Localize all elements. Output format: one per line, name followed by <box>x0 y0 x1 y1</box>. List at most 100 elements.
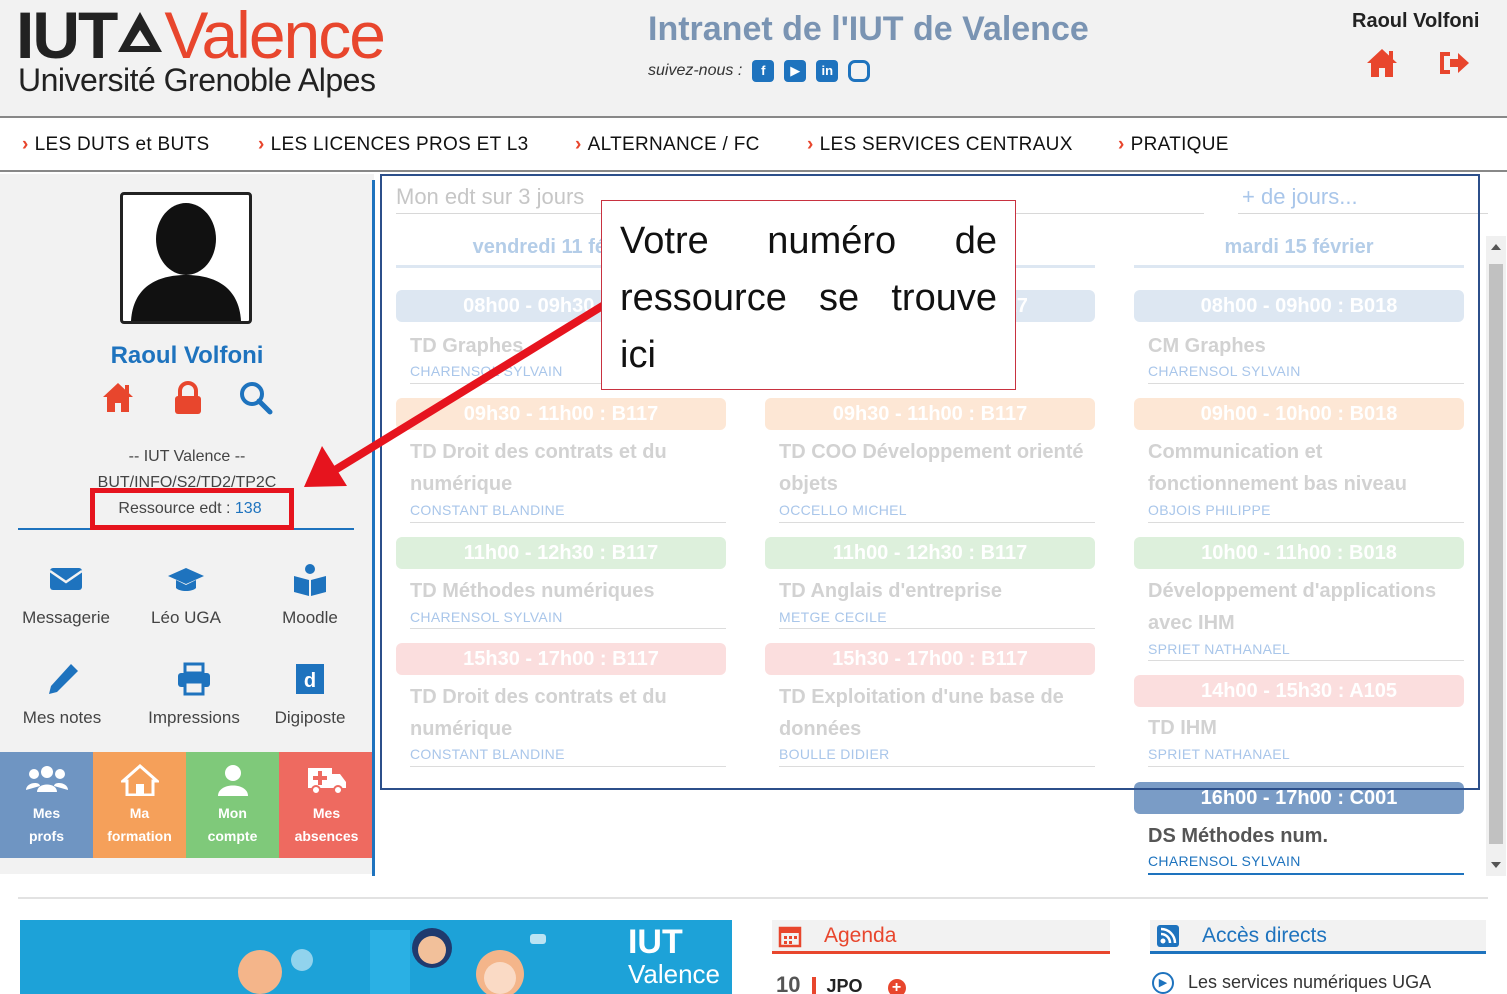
chevron-right-icon: › <box>258 134 265 155</box>
user-icon <box>217 765 248 796</box>
tile-line2: formation <box>107 828 172 844</box>
banner-illustration <box>238 928 546 994</box>
site-title: Intranet de l'IUT de Valence <box>648 10 1089 48</box>
envelope-icon <box>49 568 83 590</box>
banner-logo: IUT Valence <box>627 923 720 990</box>
plus-circle-icon[interactable]: + <box>887 979 906 994</box>
iut-label: -- IUT Valence -- <box>128 448 246 465</box>
annotation-callout: Votre numéro de ressource se trouve ici <box>601 200 1016 390</box>
nav-item-alternance[interactable]: › ALTERNANCE / FC <box>575 134 760 156</box>
ambulance-icon <box>307 768 346 795</box>
acces-directs-title: Accès directs <box>1202 924 1327 947</box>
home-icon[interactable] <box>1364 46 1400 80</box>
event-teacher: CHARENSOL SYLVAIN <box>1148 853 1301 869</box>
quick-tiles: Mes profs Ma formation Mon compte Mes ab… <box>0 752 374 858</box>
sidebar-user-name[interactable]: Raoul Volfoni <box>0 342 374 370</box>
ressource-highlight-box <box>90 488 294 530</box>
acces-directs-header[interactable]: Accès directs <box>1150 920 1486 954</box>
nav-item-licences[interactable]: › LES LICENCES PROS ET L3 <box>258 134 529 156</box>
social-links: suivez-nous : f ▶ in <box>648 60 871 82</box>
main-nav: › LES DUTS et BUTS › LES LICENCES PROS ET … <box>0 120 1507 172</box>
scroll-thumb[interactable] <box>1489 264 1503 844</box>
agenda-marker <box>811 977 816 994</box>
app-impressions[interactable]: Impressions <box>132 662 256 728</box>
tile-mes-profs[interactable]: Mes profs <box>0 752 93 858</box>
chevron-right-icon: › <box>575 134 582 155</box>
app-moodle[interactable]: Moodle <box>248 562 372 628</box>
acces-directs-item[interactable]: ▶ Les services numériques UGA <box>1152 972 1431 994</box>
chevron-right-icon: › <box>1118 134 1125 155</box>
scroll-down-icon[interactable] <box>1491 862 1501 868</box>
agenda-text: JPO <box>826 976 863 994</box>
app-label: Léo UGA <box>151 608 221 627</box>
tile-mes-absences[interactable]: Mes absences <box>279 752 374 858</box>
iut-banner[interactable]: IUT Valence <box>20 920 732 994</box>
app-leo-uga[interactable]: Léo UGA <box>124 562 248 628</box>
banner-logo-valence: Valence <box>627 959 720 989</box>
tile-line1: Mon <box>218 805 247 821</box>
users-icon <box>25 766 68 792</box>
agenda-header[interactable]: Agenda <box>772 920 1110 954</box>
header-user-name: Raoul Volfoni <box>1352 10 1480 32</box>
rss-icon <box>1157 925 1179 947</box>
acces-directs-item-label: Les services numériques UGA <box>1188 972 1432 992</box>
book-reader-icon <box>294 564 326 596</box>
graduation-cap-icon <box>168 568 204 591</box>
banner-logo-iut: IUT <box>627 923 683 961</box>
schedule-scrollbar[interactable] <box>1486 236 1506 876</box>
home-icon[interactable] <box>100 380 136 416</box>
app-label: Messagerie <box>22 608 110 627</box>
agenda-day: 10 <box>776 972 801 994</box>
svg-text:d: d <box>304 670 316 692</box>
tile-ma-formation[interactable]: Ma formation <box>93 752 186 858</box>
site-header: IUT Valence Université Grenoble Alpes Int… <box>0 0 1507 118</box>
user-silhouette-icon <box>131 203 241 321</box>
nav-item-pratique[interactable]: › PRATIQUE <box>1118 134 1229 156</box>
tile-line2: absences <box>294 828 359 844</box>
app-label: Digiposte <box>274 708 346 727</box>
logo-university-text: Université Grenoble Alpes <box>18 62 376 98</box>
nav-label: PRATIQUE <box>1130 134 1229 155</box>
chevron-right-icon: › <box>22 134 29 155</box>
instagram-icon[interactable] <box>848 60 871 82</box>
iut-logo[interactable]: IUT Valence <box>16 2 386 68</box>
tile-line1: Mes <box>32 805 61 821</box>
event-course: DS Méthodes num. <box>1148 825 1329 847</box>
nav-item-duts-buts[interactable]: › LES DUTS et BUTS <box>22 134 209 156</box>
digiposte-icon: d <box>296 664 324 694</box>
sidebar-actions <box>0 380 374 420</box>
chevron-right-icon: › <box>807 134 814 155</box>
home-icon <box>120 764 159 796</box>
nav-item-services[interactable]: › LES SERVICES CENTRAUX <box>807 134 1073 156</box>
bottom-divider <box>18 897 1488 899</box>
nav-label: LES LICENCES PROS ET L3 <box>270 134 529 155</box>
printer-icon <box>178 662 210 696</box>
app-label: Moodle <box>282 608 338 627</box>
app-messagerie[interactable]: Messagerie <box>4 562 128 628</box>
agenda-title: Agenda <box>824 924 897 947</box>
logo-triangle-icon <box>118 12 163 52</box>
sidebar-border <box>372 180 375 876</box>
search-icon[interactable] <box>238 380 274 416</box>
event-divider <box>1148 873 1464 875</box>
tile-line1: Ma <box>129 805 150 821</box>
lock-icon[interactable] <box>170 380 206 416</box>
app-mes-notes[interactable]: Mes notes <box>0 662 124 728</box>
app-label: Mes notes <box>22 708 102 727</box>
agenda-item[interactable]: 10 JPO + <box>776 972 906 994</box>
tile-line2: profs <box>29 828 64 844</box>
scroll-up-icon[interactable] <box>1491 244 1501 250</box>
logout-icon[interactable] <box>1436 46 1472 80</box>
facebook-icon[interactable]: f <box>752 60 775 82</box>
nav-label: LES SERVICES CENTRAUX <box>819 134 1073 155</box>
tile-mon-compte[interactable]: Mon compte <box>186 752 279 858</box>
tile-line2: compte <box>207 828 258 844</box>
app-digiposte[interactable]: d Digiposte <box>248 662 372 728</box>
pen-icon <box>49 664 78 694</box>
follow-label: suivez-nous : <box>648 62 743 79</box>
youtube-icon[interactable]: ▶ <box>784 60 807 82</box>
nav-label: ALTERNANCE / FC <box>587 134 760 155</box>
play-circle-icon: ▶ <box>1152 972 1174 994</box>
app-label: Impressions <box>148 708 240 727</box>
linkedin-icon[interactable]: in <box>816 60 839 82</box>
